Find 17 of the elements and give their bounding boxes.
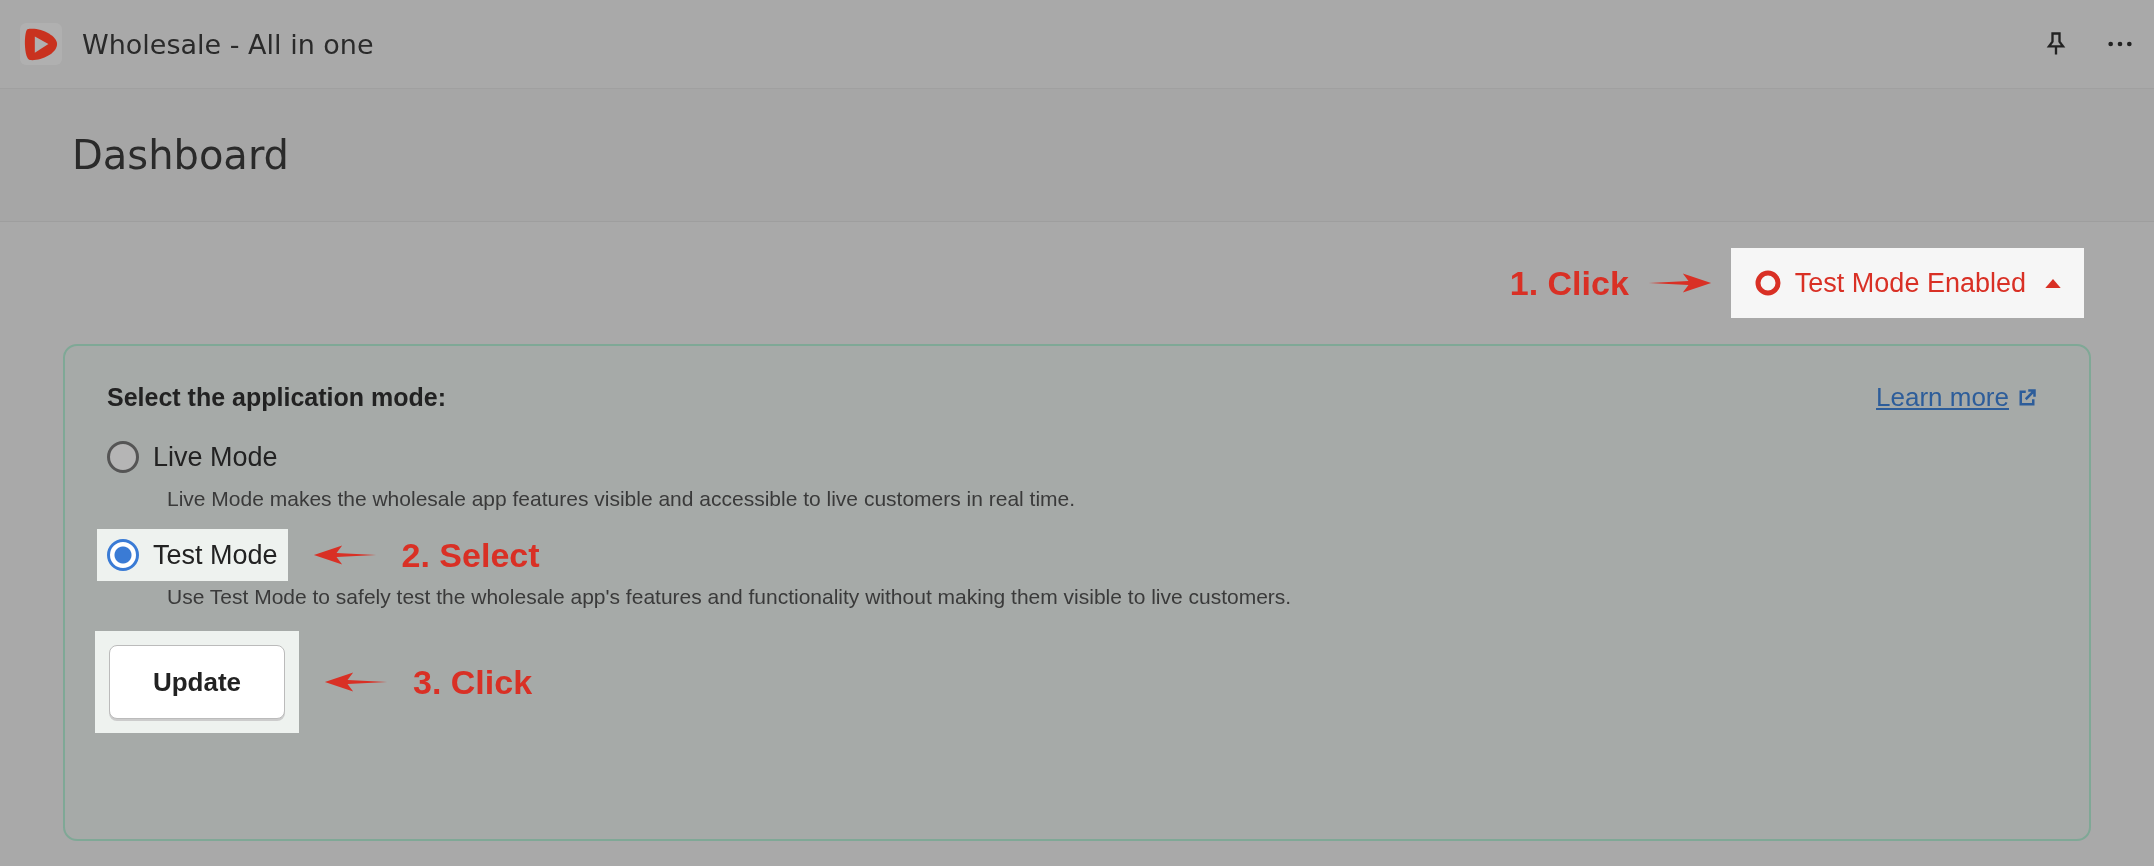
caret-icon [2044,277,2062,289]
annotation-label: 3. Click [413,662,533,702]
page-title: Dashboard [72,132,289,178]
window-title: Wholesale - All in one [82,28,374,60]
external-link-icon [2017,387,2037,408]
option-label[interactable]: Live Mode [153,441,278,473]
update-button[interactable]: Update [109,645,285,719]
annotation-label: 2. Select [401,535,540,575]
card-heading: Select the application mode: [107,383,446,412]
app-logo-icon [20,23,62,65]
radio-button[interactable] [107,441,139,473]
option-description: Live Mode makes the wholesale app features visible and accessible to live customers in real time. [167,487,1077,511]
option-label[interactable]: Test Mode [153,539,278,571]
annotation-label: 1. Click [1509,263,1629,303]
radio-button[interactable] [107,539,139,571]
option-description: Use Test Mode to safely test the wholesale app's features and functionality without making them visible to live customers. [167,585,1293,609]
test-mode-badge[interactable]: Test Mode Enabled [1730,248,2084,318]
